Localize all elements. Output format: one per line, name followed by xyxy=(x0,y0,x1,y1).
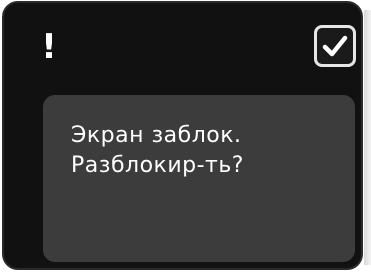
checkmark-icon xyxy=(322,35,348,57)
message-text: Экран заблок. Разблокир-ть? xyxy=(71,121,341,181)
lock-screen-dialog: ! Экран заблок. Разблокир-ть? xyxy=(2,1,363,270)
message-line-unlock-question: Разблокир-ть? xyxy=(71,153,244,178)
message-panel: Экран заблок. Разблокир-ть? xyxy=(43,95,355,262)
device-bezel-edge xyxy=(364,10,371,265)
message-line-locked: Экран заблок. xyxy=(71,123,242,148)
alert-icon: ! xyxy=(41,27,57,67)
device-frame: ! Экран заблок. Разблокир-ть? xyxy=(0,0,371,276)
confirm-unlock-button[interactable] xyxy=(314,25,356,67)
